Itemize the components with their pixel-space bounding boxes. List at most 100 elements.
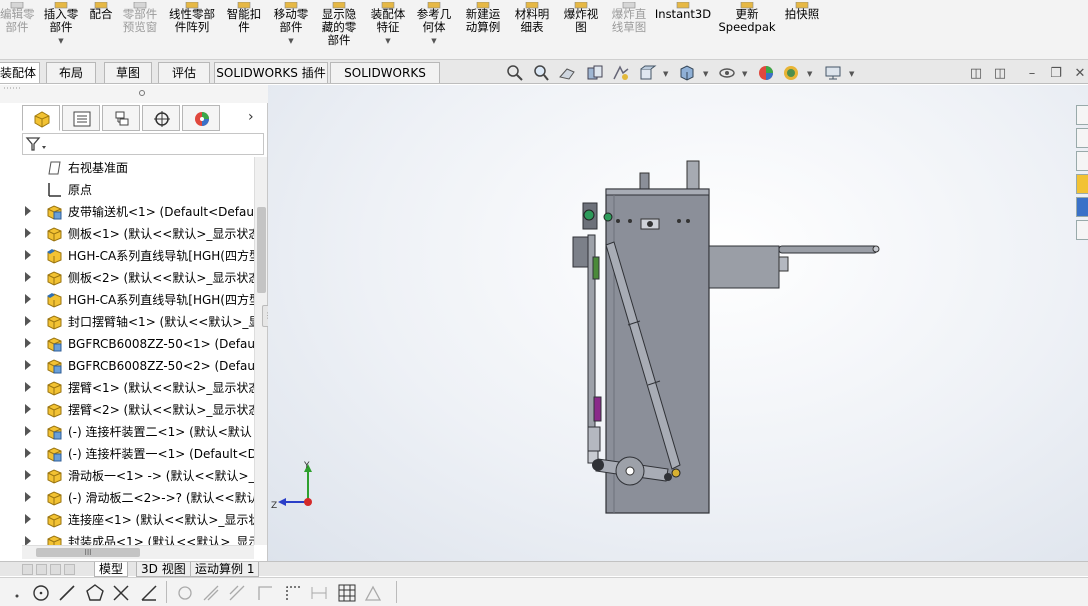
display-style-icon[interactable] [677, 63, 697, 83]
offset-icon[interactable] [228, 584, 246, 602]
view-orientation-icon[interactable] [637, 63, 657, 83]
property-manager-tab[interactable] [62, 105, 100, 131]
ribbon-button[interactable]: 编辑零 部件 [0, 0, 35, 60]
display-manager-tab[interactable] [182, 105, 220, 131]
tree-item[interactable]: 封口摆臂轴<1> (默认<<默认>_显 [0, 311, 254, 333]
dimxpert-manager-tab[interactable] [142, 105, 180, 131]
ribbon-button[interactable]: 爆炸直 线草图 [606, 0, 652, 60]
search-tab-icon[interactable] [1076, 174, 1088, 194]
tree-item[interactable]: BGFRCB6008ZZ-50<1> (Default [0, 333, 254, 355]
ribbon-button[interactable]: 爆炸视 图 [558, 0, 604, 60]
panel-grip[interactable] [0, 85, 268, 103]
dropdown-arrow-icon[interactable]: ▼ [40, 35, 82, 48]
ribbon-button[interactable]: 线性零部 件阵列 [164, 0, 220, 60]
tab-command-manager[interactable]: 装配体 [0, 62, 40, 83]
zoom-to-area-icon[interactable] [531, 63, 551, 83]
point-icon[interactable] [8, 584, 26, 602]
ribbon-button[interactable]: 零部件 预览窗 [118, 0, 162, 60]
ribbon-button[interactable]: 配合 [86, 0, 116, 60]
ribbon-button[interactable]: 插入零 部件 ▼ [40, 0, 82, 60]
ribbon-button[interactable]: Instant3D [654, 0, 712, 60]
view-settings-icon[interactable] [823, 63, 843, 83]
dimension-icon[interactable] [310, 584, 328, 602]
fillet-icon[interactable] [176, 584, 194, 602]
tab-command-manager[interactable]: 布局 [46, 62, 96, 83]
custom-properties-tab-icon[interactable] [1076, 220, 1088, 240]
expand-arrow-icon[interactable] [25, 492, 31, 502]
tab-command-manager[interactable]: 评估 [158, 62, 210, 83]
expand-arrow-icon[interactable] [25, 514, 31, 524]
library-tab-icon[interactable] [1076, 128, 1088, 148]
scroll-thumb[interactable]: III [36, 548, 140, 557]
expand-arrow-icon[interactable] [25, 470, 31, 480]
expand-arrow-icon[interactable] [25, 206, 31, 216]
expand-arrow-icon[interactable] [25, 250, 31, 260]
expand-arrow-icon[interactable] [25, 294, 31, 304]
tree-item[interactable]: HGH-CA系列直线导轨[HGH(四方型 [0, 245, 254, 267]
tree-vertical-scrollbar[interactable] [254, 157, 267, 545]
section-view-icon[interactable] [585, 63, 605, 83]
apply-scene-icon[interactable] [781, 63, 801, 83]
tree-item[interactable]: 侧板<1> (默认<<默认>_显示状态 [0, 223, 254, 245]
feature-manager-tab[interactable] [22, 105, 60, 131]
dynamic-annotation-icon[interactable] [611, 63, 631, 83]
grid-icon[interactable] [338, 584, 356, 602]
ribbon-button[interactable]: 参考几 何体 ▼ [412, 0, 456, 60]
scroll-thumb[interactable] [257, 207, 266, 293]
bottom-tab[interactable]: 模型 [94, 562, 129, 577]
expand-arrow-icon[interactable] [25, 404, 31, 414]
circle-icon[interactable] [32, 584, 50, 602]
expand-arrow-icon[interactable] [25, 448, 31, 458]
tile-right-icon[interactable]: ◫ [992, 66, 1008, 82]
expand-arrow-icon[interactable] [25, 316, 31, 326]
expand-arrow-icon[interactable] [25, 382, 31, 392]
construction-line-icon[interactable] [284, 584, 302, 602]
bottom-tab[interactable]: 运动算例 1 [190, 562, 260, 577]
ribbon-button[interactable]: 智能扣 件 [222, 0, 266, 60]
dropdown-arrow-icon[interactable]: ▼ [366, 35, 410, 48]
hide-show-items-icon[interactable] [717, 63, 737, 83]
expand-arrow-icon[interactable] [25, 338, 31, 348]
home-tab-icon[interactable] [1076, 105, 1088, 125]
previous-view-icon[interactable] [557, 63, 577, 83]
file-explorer-tab-icon[interactable] [1076, 151, 1088, 171]
minimize-icon[interactable]: – [1024, 66, 1040, 82]
expand-arrow-icon[interactable] [25, 536, 31, 545]
dropdown-arrow-icon[interactable]: ▼ [268, 35, 314, 48]
next-tab-nav[interactable] [50, 564, 61, 575]
chamfer-icon[interactable] [202, 584, 220, 602]
tree-item[interactable]: (-) 滑动板二<2>->? (默认<<默认 [0, 487, 254, 509]
tab-command-manager[interactable]: SOLIDWORKS MBD [330, 62, 440, 100]
trim-icon[interactable] [112, 584, 130, 602]
edit-appearance-icon[interactable] [756, 63, 776, 83]
configuration-manager-tab[interactable] [102, 105, 140, 131]
tree-item[interactable]: HGH-CA系列直线导轨[HGH(四方型 [0, 289, 254, 311]
polygon-icon[interactable] [86, 584, 104, 602]
expand-arrow-icon[interactable] [25, 360, 31, 370]
tree-item[interactable]: 滑动板一<1> -> (默认<<默认>_5 [0, 465, 254, 487]
first-tab-nav[interactable] [22, 564, 33, 575]
tree-item[interactable]: (-) 连接杆装置二<1> (默认<默认 [0, 421, 254, 443]
ribbon-button[interactable]: 显示隐 藏的零 部件 [316, 0, 362, 60]
ribbon-button[interactable]: 装配体 特征 ▼ [366, 0, 410, 60]
appearance-tab-icon[interactable] [1076, 197, 1088, 217]
tree-horizontal-scrollbar[interactable]: III [22, 545, 254, 559]
line-icon[interactable] [58, 584, 76, 602]
tree-filter[interactable] [22, 133, 264, 155]
tree-item[interactable]: 摆臂<2> (默认<<默认>_显示状态 [0, 399, 254, 421]
expand-arrow-icon[interactable] [25, 228, 31, 238]
corner-icon[interactable] [256, 584, 274, 602]
tab-command-manager[interactable]: SOLIDWORKS 插件 [214, 62, 328, 83]
ribbon-button[interactable]: 更新 Speedpak [718, 0, 776, 60]
graphics-viewport[interactable]: Y Z [268, 85, 1088, 561]
tree-item[interactable]: 封装成品<1> (默认<<默认>_显示 [0, 531, 254, 545]
ribbon-button[interactable]: 拍快照 [780, 0, 824, 60]
ribbon-button[interactable]: 移动零 部件 ▼ [268, 0, 314, 60]
tree-item[interactable]: 摆臂<1> (默认<<默认>_显示状态 [0, 377, 254, 399]
close-icon[interactable]: ✕ [1072, 66, 1088, 82]
bottom-tab[interactable]: 3D 视图 [136, 562, 191, 577]
tree-item[interactable]: 侧板<2> (默认<<默认>_显示状态 [0, 267, 254, 289]
ribbon-button[interactable]: 材料明 细表 [510, 0, 554, 60]
zoom-to-fit-icon[interactable] [505, 63, 525, 83]
tree-item[interactable]: 右视基准面 [0, 157, 254, 179]
